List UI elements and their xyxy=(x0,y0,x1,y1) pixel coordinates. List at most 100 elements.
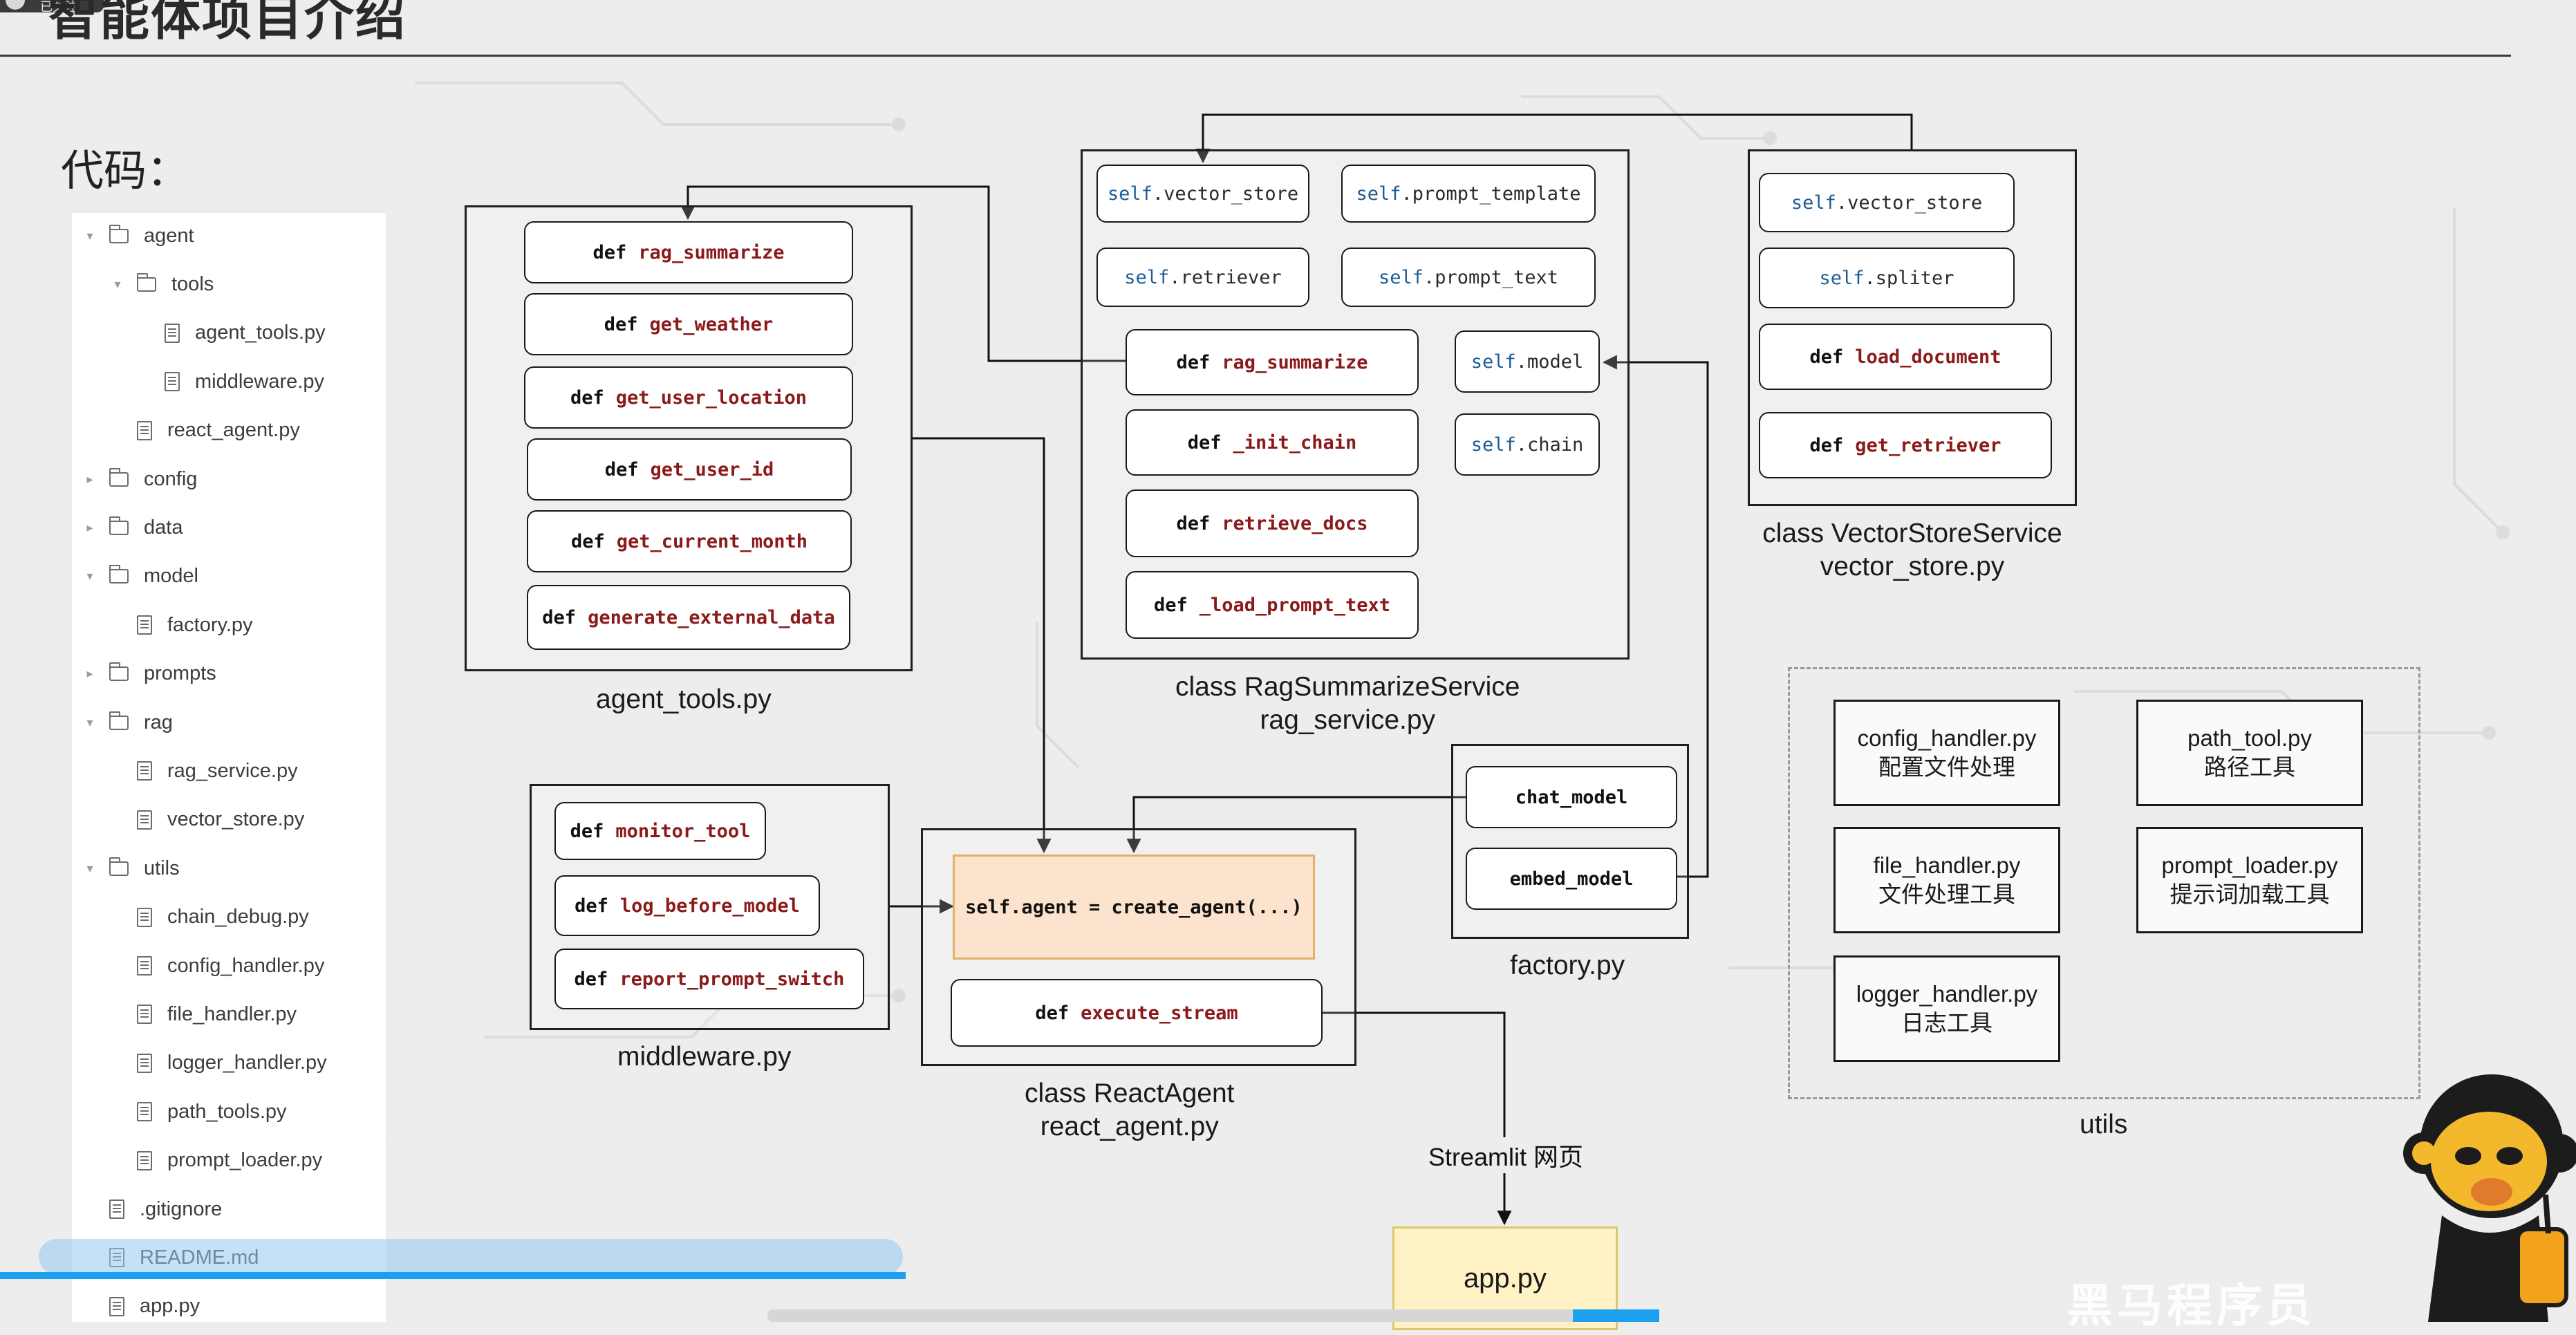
chevron-down-icon: ▾ xyxy=(114,277,121,291)
rag-attr-prompt-template-name: .prompt_template xyxy=(1401,183,1581,205)
mascot-image xyxy=(2403,1074,2576,1322)
vector-store-file: vector_store.py xyxy=(1820,552,2005,581)
tree-file-item[interactable]: factory.py xyxy=(109,605,253,645)
video-progress-bar[interactable] xyxy=(0,1272,906,1279)
mw-method-report-prompt-switch-name: report_prompt_switch xyxy=(619,968,845,990)
tree-item-label: rag xyxy=(144,711,173,734)
util-box-file: file_handler.py xyxy=(1873,852,2021,878)
util-box: prompt_loader.py 提示词加载工具 xyxy=(2136,827,2363,933)
tree-file-item[interactable]: agent_tools.py xyxy=(137,313,326,353)
util-box: config_handler.py 配置文件处理 xyxy=(1833,700,2060,806)
tree-item-label: tools xyxy=(171,272,214,295)
create-agent-box: self.agent = create_agent(...) xyxy=(953,855,1315,960)
self-keyword: self xyxy=(1471,351,1516,373)
tree-file-item[interactable]: chain_debug.py xyxy=(109,897,309,937)
self-keyword: self xyxy=(1124,266,1170,288)
factory-embed-model: embed_model xyxy=(1466,848,1677,910)
tree-folder-item[interactable]: ▾ tools xyxy=(109,264,214,304)
vs-attr-spliter-name: .spliter xyxy=(1864,267,1954,289)
mw-method-log-before-model: def log_before_model xyxy=(554,875,820,936)
middleware-caption: middleware.py xyxy=(617,1042,792,1072)
method-execute-stream-name: execute_stream xyxy=(1081,1002,1238,1024)
rag-attr-chain: self .chain xyxy=(1455,413,1600,476)
util-box-file: config_handler.py xyxy=(1857,725,2037,751)
bottom-scrollbar[interactable] xyxy=(767,1309,1659,1322)
chevron-down-icon: ▾ xyxy=(86,715,93,729)
self-keyword: self xyxy=(1471,433,1516,456)
tree-folder-item[interactable]: ▾ agent xyxy=(82,216,194,256)
util-box: path_tool.py 路径工具 xyxy=(2136,700,2363,806)
method-get-weather-name: get_weather xyxy=(649,313,774,335)
tree-file-item[interactable]: config_handler.py xyxy=(109,946,324,986)
tree-folder-item[interactable]: ▾ model xyxy=(82,557,198,597)
bottom-scrollbar-thumb[interactable] xyxy=(1573,1309,1659,1322)
tree-item-label: .gitignore xyxy=(140,1197,223,1220)
tree-file-item[interactable]: rag_service.py xyxy=(109,751,298,791)
tree-file-item[interactable]: react_agent.py xyxy=(109,411,300,451)
def-keyword: def xyxy=(604,458,639,480)
def-keyword: def xyxy=(570,386,604,409)
rag-attr-vector-store: self .vector_store xyxy=(1096,165,1309,223)
def-keyword: def xyxy=(570,820,604,842)
method-rag-summarize: def rag_summarize xyxy=(524,221,853,283)
tree-file-item[interactable]: path_tools.py xyxy=(109,1092,287,1132)
tree-file-item[interactable]: file_handler.py xyxy=(109,994,297,1034)
factory-chat-model-label: chat_model xyxy=(1515,786,1628,808)
util-box-file: path_tool.py xyxy=(2187,725,2312,751)
vs-method-load-document-name: load_document xyxy=(1855,346,2001,368)
file-icon xyxy=(137,761,152,781)
folder-icon xyxy=(109,711,129,730)
file-icon xyxy=(137,1102,152,1122)
self-keyword: self xyxy=(1356,183,1401,205)
tree-item-label: react_agent.py xyxy=(167,419,300,442)
method-get-user-location: def get_user_location xyxy=(524,366,853,429)
chevron-right-icon: ▸ xyxy=(86,520,93,534)
util-box: logger_handler.py 日志工具 xyxy=(1833,955,2060,1062)
folder-icon xyxy=(137,272,156,292)
tree-item-label: path_tools.py xyxy=(167,1100,287,1123)
self-keyword: self xyxy=(1378,266,1424,288)
file-icon xyxy=(137,1005,152,1025)
tree-item-label: agent xyxy=(144,224,194,247)
tree-item-label: model xyxy=(144,565,198,588)
tree-file-item[interactable]: logger_handler.py xyxy=(109,1043,327,1083)
rag-method-load-prompt-text-name: _load_prompt_text xyxy=(1199,594,1391,616)
tree-file-item[interactable]: vector_store.py xyxy=(109,800,304,840)
method-get-user-id-name: get_user_id xyxy=(650,458,774,480)
tree-item-label: utils xyxy=(144,857,180,879)
tree-folder-item[interactable]: ▾ utils xyxy=(82,848,180,888)
tree-item-label: config_handler.py xyxy=(167,954,325,977)
tree-folder-item[interactable]: ▸ prompts xyxy=(82,654,216,694)
method-execute-stream: def execute_stream xyxy=(951,979,1323,1047)
react-agent-class: class ReactAgent xyxy=(1025,1079,1235,1108)
vs-attr-vector-store-name: .vector_store xyxy=(1836,192,1983,214)
tree-item-label: file_handler.py xyxy=(167,1002,297,1025)
tree-file-item[interactable]: .gitignore xyxy=(82,1189,222,1229)
method-get-user-id: def get_user_id xyxy=(527,438,852,501)
tree-file-item[interactable]: app.py xyxy=(82,1287,200,1327)
tree-item-label: agent_tools.py xyxy=(195,321,326,344)
def-keyword: def xyxy=(575,895,608,917)
slide-title: 智能体项目介绍 xyxy=(48,0,407,46)
file-icon xyxy=(109,1199,124,1219)
rag-attr-vector-store-name: .vector_store xyxy=(1152,183,1299,205)
util-box-file: logger_handler.py xyxy=(1856,981,2038,1007)
tree-item-label: prompt_loader.py xyxy=(167,1149,323,1172)
tree-file-item[interactable]: prompt_loader.py xyxy=(109,1141,322,1181)
tree-folder-item[interactable]: ▾ rag xyxy=(82,702,173,743)
def-keyword: def xyxy=(1809,346,1844,368)
tree-file-item[interactable]: middleware.py xyxy=(137,362,324,402)
folder-icon xyxy=(109,857,129,876)
factory-chat-model: chat_model xyxy=(1466,766,1677,828)
rag-attr-model: self .model xyxy=(1455,330,1600,393)
tree-item-label: prompts xyxy=(144,662,216,685)
rag-method-init-chain: def _init_chain xyxy=(1126,409,1419,476)
file-icon xyxy=(137,1053,152,1073)
tree-item-label: vector_store.py xyxy=(167,808,305,831)
chevron-down-icon: ▾ xyxy=(86,228,93,243)
vector-store-caption: class VectorStoreService vector_store.py xyxy=(1753,517,2071,584)
tree-folder-item[interactable]: ▸ config xyxy=(82,459,197,499)
tree-folder-item[interactable]: ▸ data xyxy=(82,507,183,548)
folder-icon xyxy=(109,565,129,584)
factory-embed-model-label: embed_model xyxy=(1509,868,1634,890)
